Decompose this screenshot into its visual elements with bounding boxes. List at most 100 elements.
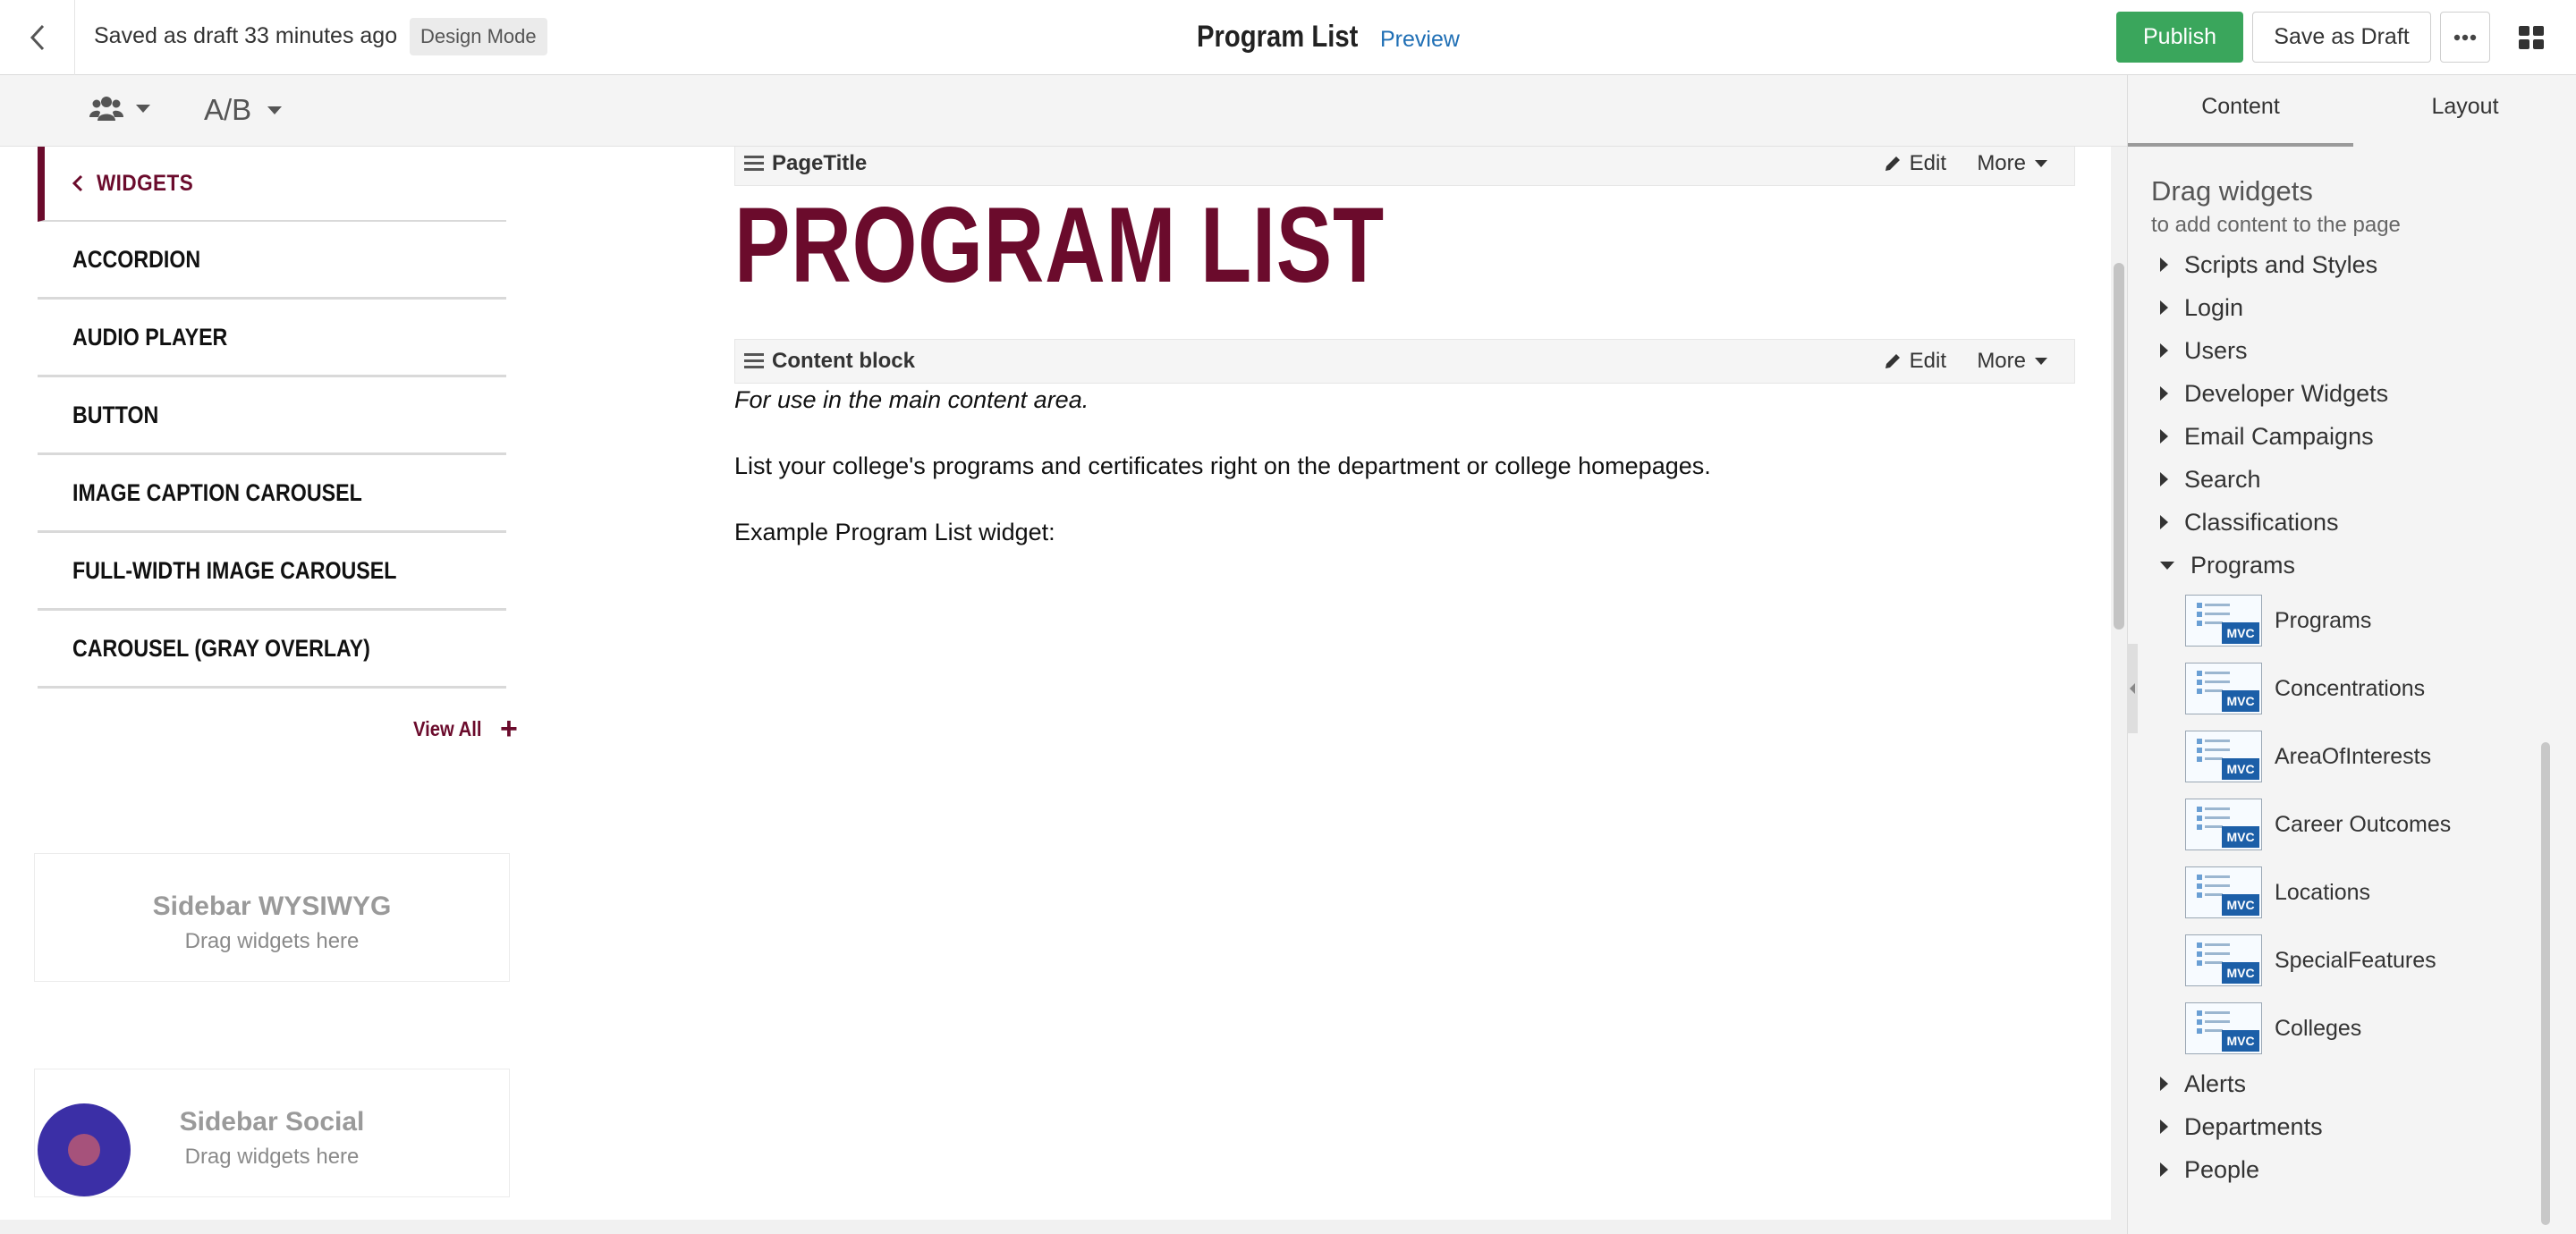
- widget-name: PageTitle: [772, 151, 868, 175]
- drag-handle-icon[interactable]: [744, 351, 764, 369]
- widget-item-label: BUTTON: [72, 401, 159, 428]
- sidebar-wysiwyg-dropzone[interactable]: Sidebar WYSIWYG Drag widgets here: [34, 853, 510, 982]
- chevron-left-icon: [72, 174, 83, 192]
- canvas-vertical-scrollbar[interactable]: [2111, 147, 2127, 1220]
- widget-item-label: AUDIO PLAYER: [72, 323, 228, 351]
- hero-page-title: PROGRAM LIST: [734, 185, 1385, 305]
- tab-layout[interactable]: Layout: [2353, 75, 2576, 147]
- content-paragraph: For use in the main content area.: [734, 386, 1089, 413]
- page-title-widget-bar[interactable]: PageTitle Edit More: [734, 147, 2075, 186]
- caret-right-icon: [2160, 386, 2168, 401]
- more-dropdown[interactable]: More: [1977, 151, 2047, 176]
- ab-test-dropdown[interactable]: A/B: [204, 93, 283, 127]
- widget-label: Programs: [2275, 607, 2372, 633]
- widget-item-button[interactable]: BUTTON: [38, 377, 506, 455]
- widget-label: AreaOfInterests: [2275, 743, 2432, 769]
- widget-career-outcomes[interactable]: MVC Career Outcomes: [2128, 790, 2548, 858]
- scrollbar-thumb[interactable]: [2541, 742, 2550, 1225]
- category-people[interactable]: People: [2128, 1148, 2548, 1191]
- publish-button[interactable]: Publish: [2116, 12, 2243, 63]
- caret-left-icon: [2130, 683, 2135, 694]
- drag-handle-icon[interactable]: [744, 154, 764, 172]
- widget-label: Colleges: [2275, 1015, 2362, 1041]
- caret-right-icon: [2160, 1077, 2168, 1091]
- edit-button[interactable]: Edit: [1883, 151, 1946, 176]
- apps-grid-button[interactable]: [2504, 12, 2558, 63]
- personalization-dropdown[interactable]: [89, 95, 150, 122]
- tab-content[interactable]: Content: [2128, 75, 2353, 147]
- widget-label: Locations: [2275, 879, 2371, 905]
- mvc-widget-icon: MVC: [2185, 663, 2262, 714]
- toolbox-scrollbar[interactable]: [2541, 259, 2550, 1234]
- category-users[interactable]: Users: [2128, 329, 2548, 372]
- content-paragraph: Example Program List widget:: [734, 519, 1055, 545]
- category-scripts-and-styles[interactable]: Scripts and Styles: [2128, 243, 2548, 286]
- view-all-link[interactable]: View All +: [413, 714, 518, 744]
- content-block-widget-bar[interactable]: Content block Edit More: [734, 339, 2075, 384]
- caret-right-icon: [2160, 300, 2168, 315]
- widget-item-accordion[interactable]: ACCORDION: [38, 222, 506, 300]
- category-developer-widgets[interactable]: Developer Widgets: [2128, 372, 2548, 415]
- category-programs[interactable]: Programs: [2128, 544, 2548, 587]
- category-login[interactable]: Login: [2128, 286, 2548, 329]
- category-search[interactable]: Search: [2128, 458, 2548, 501]
- widget-colleges[interactable]: MVC Colleges: [2128, 994, 2548, 1062]
- mvc-badge: MVC: [2222, 690, 2259, 712]
- chat-icon: [68, 1134, 100, 1166]
- category-label: Programs: [2190, 551, 2296, 579]
- category-alerts[interactable]: Alerts: [2128, 1062, 2548, 1105]
- caret-right-icon: [2160, 1120, 2168, 1134]
- widget-item-audio-player[interactable]: AUDIO PLAYER: [38, 300, 506, 377]
- widget-toolbox-panel: Content Layout Drag widgets to add conte…: [2127, 75, 2576, 1234]
- widget-programs[interactable]: MVC Programs: [2128, 587, 2548, 655]
- widget-item-carousel-gray-overlay[interactable]: CAROUSEL (GRAY OVERLAY): [38, 611, 506, 689]
- view-all-label: View All: [413, 716, 482, 740]
- chat-launcher-button[interactable]: [38, 1103, 131, 1196]
- design-mode-badge: Design Mode: [410, 18, 547, 55]
- mvc-widget-icon: MVC: [2185, 866, 2262, 918]
- category-departments[interactable]: Departments: [2128, 1105, 2548, 1148]
- more-dropdown[interactable]: More: [1977, 349, 2047, 374]
- caret-right-icon: [2160, 515, 2168, 529]
- widgets-back-link[interactable]: WIDGETS: [38, 147, 506, 222]
- category-email-campaigns[interactable]: Email Campaigns: [2128, 415, 2548, 458]
- users-group-icon: [89, 97, 123, 121]
- caret-down-icon: [2035, 358, 2047, 365]
- edit-label: Edit: [1909, 151, 1946, 175]
- widget-specialfeatures[interactable]: MVC SpecialFeatures: [2128, 926, 2548, 994]
- ab-label: A/B: [204, 93, 252, 126]
- pencil-icon: [1885, 156, 1900, 171]
- top-bar: Saved as draft 33 minutes ago Design Mod…: [0, 0, 2576, 75]
- widget-locations[interactable]: MVC Locations: [2128, 858, 2548, 926]
- save-as-draft-button[interactable]: Save as Draft: [2252, 12, 2431, 63]
- edit-button[interactable]: Edit: [1883, 349, 1946, 374]
- category-label: Developer Widgets: [2184, 379, 2389, 407]
- toolbox-subheading: to add content to the page: [2151, 213, 2401, 237]
- mvc-widget-icon: MVC: [2185, 731, 2262, 782]
- panel-collapse-handle[interactable]: [2127, 644, 2138, 733]
- mvc-badge: MVC: [2222, 894, 2259, 916]
- toolbox-heading: Drag widgets: [2151, 175, 2313, 207]
- page-title: Program List: [1197, 20, 1359, 54]
- category-classifications[interactable]: Classifications: [2128, 501, 2548, 544]
- category-label: Search: [2184, 465, 2261, 493]
- mvc-widget-icon: MVC: [2185, 1002, 2262, 1054]
- widget-item-image-caption-carousel[interactable]: IMAGE CAPTION CAROUSEL: [38, 455, 506, 533]
- canvas-horizontal-scrollbar[interactable]: [0, 1220, 2127, 1234]
- widget-item-full-width-image-carousel[interactable]: FULL-WIDTH IMAGE CAROUSEL: [38, 533, 506, 611]
- caret-right-icon: [2160, 472, 2168, 486]
- more-label: More: [1977, 349, 2026, 373]
- more-options-button[interactable]: [2440, 12, 2490, 63]
- category-label: Email Campaigns: [2184, 422, 2374, 450]
- saved-status: Saved as draft 33 minutes ago: [94, 23, 398, 48]
- widget-areaofinterests[interactable]: MVC AreaOfInterests: [2128, 723, 2548, 790]
- category-label: Classifications: [2184, 508, 2339, 536]
- mvc-badge: MVC: [2222, 962, 2259, 984]
- scrollbar-thumb[interactable]: [2114, 263, 2124, 630]
- preview-link[interactable]: Preview: [1380, 27, 1460, 53]
- back-button[interactable]: [0, 0, 75, 75]
- caret-right-icon: [2160, 1162, 2168, 1177]
- widget-concentrations[interactable]: MVC Concentrations: [2128, 655, 2548, 723]
- ellipsis-icon: [2453, 34, 2477, 40]
- edit-label: Edit: [1909, 349, 1946, 373]
